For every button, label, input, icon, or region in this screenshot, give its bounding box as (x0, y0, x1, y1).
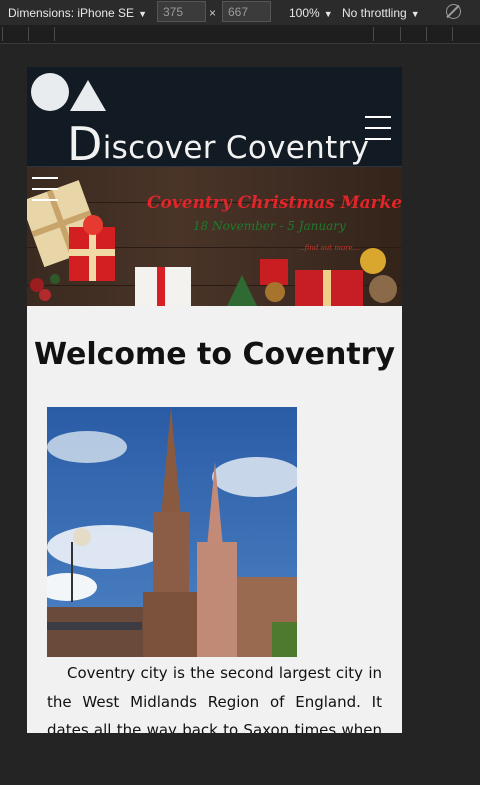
site-header: Discover Coventry (27, 67, 402, 171)
times-symbol: × (209, 6, 217, 20)
height-input[interactable]: 667 (222, 1, 271, 22)
christmas-gifts-image (27, 180, 397, 306)
width-input[interactable]: 375 (157, 1, 206, 22)
device-selector[interactable]: Dimensions: iPhone SE ▼ (8, 6, 147, 20)
throttling-selector[interactable]: No throttling ▼ (342, 6, 420, 20)
media-query-ruler (0, 25, 480, 44)
dropdown-caret-icon: ▼ (138, 9, 147, 19)
device-viewport: Discover Coventry Coventry Christmas Mar… (27, 67, 402, 733)
zoom-selector[interactable]: 100% ▼ (289, 6, 333, 20)
devtools-toolbar: Dimensions: iPhone SE ▼ 375 × 667 100% ▼ N… (0, 0, 480, 25)
zoom-label: 100% (289, 6, 320, 20)
hero-menu-button[interactable] (32, 177, 58, 210)
dropdown-caret-icon: ▼ (410, 9, 420, 19)
throttling-label: No throttling (342, 6, 407, 20)
header-menu-button[interactable] (365, 116, 391, 149)
dropdown-caret-icon: ▼ (323, 9, 333, 19)
site-logo[interactable]: Discover Coventry (67, 117, 369, 171)
hero-title: Coventry Christmas Market (147, 193, 402, 213)
hero-find-out-more-link[interactable]: ...find out more... (298, 244, 359, 252)
hero-dates: 18 November - 5 January (193, 219, 346, 233)
rotate-icon[interactable] (446, 4, 461, 19)
cathedral-spire-image (47, 407, 297, 657)
logo-d: D (67, 117, 103, 171)
device-label: Dimensions: iPhone SE (8, 6, 135, 20)
intro-paragraph: Coventry city is the second largest city… (47, 664, 382, 733)
logo-text: iscover Coventry (102, 130, 370, 166)
page-title: Welcome to Coventry (33, 337, 396, 372)
logo-shapes-icon (31, 73, 106, 111)
hero-banner: Coventry Christmas Market 18 November - … (27, 167, 402, 306)
main-content: Welcome to Coventry Coventry city is the… (27, 307, 402, 733)
cathedral-photo (47, 407, 297, 657)
